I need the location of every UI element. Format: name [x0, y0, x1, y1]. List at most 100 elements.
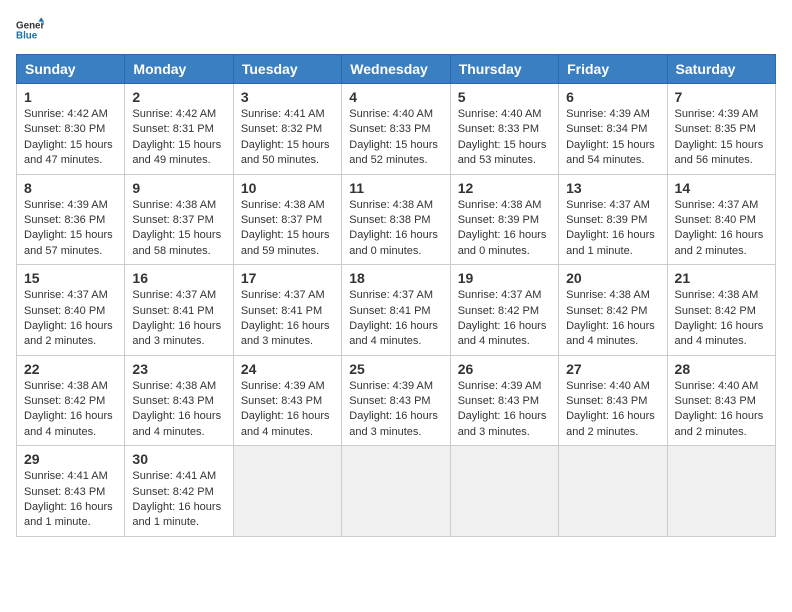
sunrise-label: Sunrise: 4:37 AM [241, 289, 325, 301]
daylight-label: Daylight: 15 hours and 58 minutes. [132, 229, 221, 256]
sunset-label: Sunset: 8:42 PM [675, 305, 756, 317]
daylight-label: Daylight: 16 hours and 3 minutes. [458, 410, 547, 437]
sunrise-label: Sunrise: 4:39 AM [349, 380, 433, 392]
day-number: 8 [24, 180, 117, 196]
header: General Blue [16, 16, 776, 44]
calendar-week-3: 15 Sunrise: 4:37 AM Sunset: 8:40 PM Dayl… [17, 265, 776, 356]
sunrise-label: Sunrise: 4:38 AM [675, 289, 759, 301]
daylight-label: Daylight: 15 hours and 49 minutes. [132, 139, 221, 166]
daylight-label: Daylight: 15 hours and 56 minutes. [675, 139, 764, 166]
sunrise-label: Sunrise: 4:38 AM [24, 380, 108, 392]
day-number: 26 [458, 361, 551, 377]
calendar-cell: 4 Sunrise: 4:40 AM Sunset: 8:33 PM Dayli… [342, 84, 450, 175]
daylight-label: Daylight: 16 hours and 2 minutes. [24, 320, 113, 347]
sunset-label: Sunset: 8:39 PM [566, 214, 647, 226]
sunset-label: Sunset: 8:33 PM [458, 123, 539, 135]
calendar-table: SundayMondayTuesdayWednesdayThursdayFrid… [16, 54, 776, 537]
day-info: Sunrise: 4:37 AM Sunset: 8:41 PM Dayligh… [349, 288, 442, 350]
day-number: 6 [566, 89, 659, 105]
sunrise-label: Sunrise: 4:41 AM [24, 470, 108, 482]
sunrise-label: Sunrise: 4:38 AM [458, 199, 542, 211]
calendar-week-2: 8 Sunrise: 4:39 AM Sunset: 8:36 PM Dayli… [17, 174, 776, 265]
day-number: 22 [24, 361, 117, 377]
day-info: Sunrise: 4:38 AM Sunset: 8:42 PM Dayligh… [566, 288, 659, 350]
calendar-cell: 28 Sunrise: 4:40 AM Sunset: 8:43 PM Dayl… [667, 355, 775, 446]
day-number: 9 [132, 180, 225, 196]
day-info: Sunrise: 4:38 AM Sunset: 8:42 PM Dayligh… [675, 288, 768, 350]
sunset-label: Sunset: 8:43 PM [566, 395, 647, 407]
day-info: Sunrise: 4:37 AM Sunset: 8:40 PM Dayligh… [24, 288, 117, 350]
sunset-label: Sunset: 8:42 PM [458, 305, 539, 317]
calendar-cell: 12 Sunrise: 4:38 AM Sunset: 8:39 PM Dayl… [450, 174, 558, 265]
sunset-label: Sunset: 8:39 PM [458, 214, 539, 226]
calendar-cell [667, 446, 775, 537]
sunset-label: Sunset: 8:37 PM [241, 214, 322, 226]
daylight-label: Daylight: 15 hours and 50 minutes. [241, 139, 330, 166]
day-number: 27 [566, 361, 659, 377]
sunset-label: Sunset: 8:41 PM [132, 305, 213, 317]
calendar-cell: 18 Sunrise: 4:37 AM Sunset: 8:41 PM Dayl… [342, 265, 450, 356]
day-info: Sunrise: 4:37 AM Sunset: 8:41 PM Dayligh… [132, 288, 225, 350]
calendar-cell: 7 Sunrise: 4:39 AM Sunset: 8:35 PM Dayli… [667, 84, 775, 175]
day-number: 3 [241, 89, 334, 105]
sunrise-label: Sunrise: 4:40 AM [675, 380, 759, 392]
day-info: Sunrise: 4:41 AM Sunset: 8:42 PM Dayligh… [132, 469, 225, 531]
weekday-header-monday: Monday [125, 55, 233, 84]
weekday-header-tuesday: Tuesday [233, 55, 341, 84]
sunset-label: Sunset: 8:40 PM [24, 305, 105, 317]
daylight-label: Daylight: 16 hours and 4 minutes. [24, 410, 113, 437]
day-number: 18 [349, 270, 442, 286]
logo-icon: General Blue [16, 16, 44, 44]
calendar-cell: 9 Sunrise: 4:38 AM Sunset: 8:37 PM Dayli… [125, 174, 233, 265]
weekday-header-thursday: Thursday [450, 55, 558, 84]
day-number: 19 [458, 270, 551, 286]
daylight-label: Daylight: 16 hours and 1 minute. [132, 501, 221, 528]
day-number: 10 [241, 180, 334, 196]
day-number: 16 [132, 270, 225, 286]
calendar-cell: 10 Sunrise: 4:38 AM Sunset: 8:37 PM Dayl… [233, 174, 341, 265]
day-info: Sunrise: 4:39 AM Sunset: 8:34 PM Dayligh… [566, 107, 659, 169]
day-info: Sunrise: 4:39 AM Sunset: 8:36 PM Dayligh… [24, 198, 117, 260]
sunrise-label: Sunrise: 4:37 AM [675, 199, 759, 211]
sunset-label: Sunset: 8:43 PM [675, 395, 756, 407]
day-info: Sunrise: 4:39 AM Sunset: 8:43 PM Dayligh… [458, 379, 551, 441]
day-info: Sunrise: 4:41 AM Sunset: 8:32 PM Dayligh… [241, 107, 334, 169]
day-number: 1 [24, 89, 117, 105]
day-info: Sunrise: 4:38 AM Sunset: 8:37 PM Dayligh… [241, 198, 334, 260]
sunrise-label: Sunrise: 4:38 AM [566, 289, 650, 301]
calendar-cell: 23 Sunrise: 4:38 AM Sunset: 8:43 PM Dayl… [125, 355, 233, 446]
day-number: 2 [132, 89, 225, 105]
calendar-cell: 8 Sunrise: 4:39 AM Sunset: 8:36 PM Dayli… [17, 174, 125, 265]
sunrise-label: Sunrise: 4:40 AM [458, 108, 542, 120]
daylight-label: Daylight: 15 hours and 52 minutes. [349, 139, 438, 166]
sunrise-label: Sunrise: 4:41 AM [241, 108, 325, 120]
day-number: 14 [675, 180, 768, 196]
sunrise-label: Sunrise: 4:41 AM [132, 470, 216, 482]
daylight-label: Daylight: 16 hours and 2 minutes. [675, 229, 764, 256]
sunrise-label: Sunrise: 4:42 AM [24, 108, 108, 120]
daylight-label: Daylight: 16 hours and 3 minutes. [241, 320, 330, 347]
weekday-header-friday: Friday [559, 55, 667, 84]
daylight-label: Daylight: 16 hours and 3 minutes. [132, 320, 221, 347]
day-info: Sunrise: 4:41 AM Sunset: 8:43 PM Dayligh… [24, 469, 117, 531]
calendar-cell: 27 Sunrise: 4:40 AM Sunset: 8:43 PM Dayl… [559, 355, 667, 446]
sunrise-label: Sunrise: 4:37 AM [458, 289, 542, 301]
sunset-label: Sunset: 8:42 PM [566, 305, 647, 317]
weekday-header-saturday: Saturday [667, 55, 775, 84]
calendar-cell: 20 Sunrise: 4:38 AM Sunset: 8:42 PM Dayl… [559, 265, 667, 356]
day-number: 21 [675, 270, 768, 286]
sunrise-label: Sunrise: 4:38 AM [349, 199, 433, 211]
day-info: Sunrise: 4:40 AM Sunset: 8:43 PM Dayligh… [675, 379, 768, 441]
calendar-cell: 24 Sunrise: 4:39 AM Sunset: 8:43 PM Dayl… [233, 355, 341, 446]
sunrise-label: Sunrise: 4:37 AM [24, 289, 108, 301]
sunrise-label: Sunrise: 4:37 AM [566, 199, 650, 211]
daylight-label: Daylight: 15 hours and 47 minutes. [24, 139, 113, 166]
day-number: 5 [458, 89, 551, 105]
sunrise-label: Sunrise: 4:37 AM [349, 289, 433, 301]
calendar-cell: 5 Sunrise: 4:40 AM Sunset: 8:33 PM Dayli… [450, 84, 558, 175]
calendar-cell: 1 Sunrise: 4:42 AM Sunset: 8:30 PM Dayli… [17, 84, 125, 175]
calendar-week-5: 29 Sunrise: 4:41 AM Sunset: 8:43 PM Dayl… [17, 446, 776, 537]
day-number: 30 [132, 451, 225, 467]
day-info: Sunrise: 4:37 AM Sunset: 8:40 PM Dayligh… [675, 198, 768, 260]
day-info: Sunrise: 4:38 AM Sunset: 8:38 PM Dayligh… [349, 198, 442, 260]
